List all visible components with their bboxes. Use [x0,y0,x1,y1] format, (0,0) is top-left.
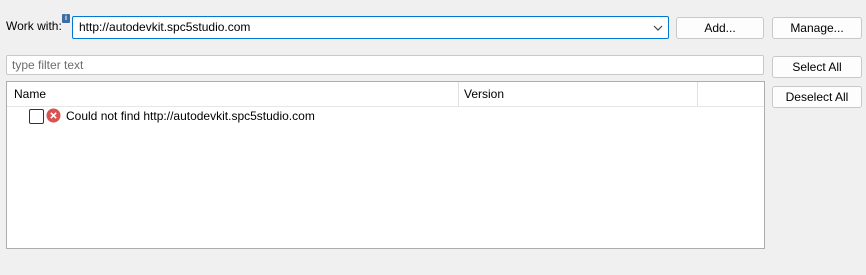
error-icon [46,108,61,123]
deselect-all-button[interactable]: Deselect All [772,86,862,108]
column-divider[interactable] [697,82,698,106]
column-header-name[interactable]: Name [14,82,46,106]
filter-placeholder: type filter text [12,58,84,72]
column-divider[interactable] [458,82,459,106]
filter-input[interactable]: type filter text [6,55,764,75]
table-header: Name Version [7,82,764,107]
select-all-button[interactable]: Select All [772,56,862,78]
software-table[interactable]: Name Version Could not find http://autod… [6,81,765,249]
manage-button[interactable]: Manage... [772,17,862,39]
table-row[interactable]: Could not find http://autodevkit.spc5stu… [7,106,764,126]
work-with-label: Work with: [6,19,62,33]
work-with-combo[interactable]: http://autodevkit.spc5studio.com [72,16,669,39]
column-header-version[interactable]: Version [464,82,504,106]
work-with-url-value[interactable]: http://autodevkit.spc5studio.com [79,20,250,34]
chevron-down-icon[interactable] [651,20,665,36]
info-icon: i [62,14,70,23]
row-checkbox[interactable] [29,109,44,124]
row-name: Could not find http://autodevkit.spc5stu… [66,109,315,123]
add-button[interactable]: Add... [676,17,764,39]
